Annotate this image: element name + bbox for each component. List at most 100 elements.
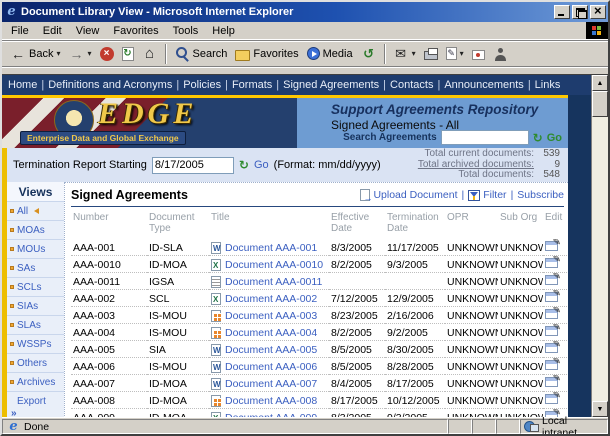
document-link[interactable]: Document AAA-001 <box>225 242 317 254</box>
edit-icon[interactable] <box>545 291 561 302</box>
history-button[interactable] <box>357 44 381 64</box>
edit-icon[interactable] <box>545 257 561 268</box>
menu-view[interactable]: View <box>69 23 107 39</box>
scroll-up-button[interactable]: ▲ <box>592 75 608 91</box>
edit-icon[interactable] <box>545 308 561 319</box>
edit-icon[interactable] <box>545 410 561 417</box>
document-link[interactable]: Document AAA-006 <box>225 361 317 373</box>
filter-link[interactable]: Filter <box>468 189 507 201</box>
status-bar: e Done Local intranet <box>2 415 608 434</box>
status-pane-empty <box>496 419 520 434</box>
cell-sub-org: UNKNOWN <box>498 272 543 290</box>
cell-effective-date <box>329 272 385 290</box>
menu-file[interactable]: File <box>4 23 36 39</box>
home-button[interactable] <box>138 44 162 64</box>
mail-button[interactable]: ▾ <box>389 44 420 64</box>
forward-button[interactable]: ▾ <box>64 44 95 64</box>
document-title-wrap: Document AAA-007 <box>211 377 327 390</box>
document-link[interactable]: Document AAA-008 <box>225 395 317 407</box>
document-link[interactable]: Document AAA-0011 <box>225 276 322 288</box>
cell-sub-org: UNKNOWN <box>498 306 543 324</box>
column-header-sub-org: Sub Org <box>500 212 538 223</box>
table-row: AAA-0011 IGSA Document AAA-0011 UNKNOWN UNKN… <box>71 272 567 290</box>
nav-link-formats[interactable]: Formats <box>232 79 272 91</box>
document-link[interactable]: Document AAA-003 <box>225 310 317 322</box>
document-link[interactable]: Document AAA-004 <box>225 327 317 339</box>
favorites-button[interactable]: Favorites <box>231 45 302 63</box>
agreements-table: Number Document Type Title Effective Date Te… <box>71 210 567 417</box>
close-button[interactable] <box>590 3 606 19</box>
edit-icon[interactable] <box>545 359 561 370</box>
table-row: AAA-001 ID-SLA Document AAA-001 8/3/2005 11/… <box>71 239 567 256</box>
termination-date-input[interactable] <box>151 156 234 174</box>
stop-button[interactable] <box>96 45 118 63</box>
nav-link-policies[interactable]: Policies <box>183 79 221 91</box>
refresh-icon <box>121 46 134 61</box>
scrollbar-track[interactable] <box>592 117 608 401</box>
search-agreements-input[interactable] <box>440 130 529 145</box>
sidebar-item-slas[interactable]: SLAs <box>7 316 64 335</box>
column-header-edit: Edit <box>545 212 563 223</box>
toolbar-separator <box>164 43 167 64</box>
menu-favorites[interactable]: Favorites <box>106 23 165 39</box>
nav-link-definitions-and-acronyms[interactable]: Definitions and Acronyms <box>48 79 172 91</box>
edit-icon[interactable] <box>545 325 561 336</box>
scrollbar-thumb[interactable] <box>592 91 608 117</box>
menu-edit[interactable]: Edit <box>36 23 69 39</box>
edit-icon[interactable] <box>545 239 561 251</box>
cell-number: AAA-008 <box>71 391 147 409</box>
document-link[interactable]: Document AAA-007 <box>225 378 317 390</box>
sidebar-item-sas[interactable]: SAs <box>7 259 64 278</box>
menu-help[interactable]: Help <box>205 23 242 39</box>
menu-tools[interactable]: Tools <box>166 23 206 39</box>
edit-icon[interactable] <box>545 376 561 387</box>
sidebar-item-others[interactable]: Others <box>7 354 64 373</box>
sidebar-item-moas[interactable]: MOAs <box>7 221 64 240</box>
stop-icon <box>99 46 114 61</box>
vertical-scrollbar[interactable]: ▲ ▼ <box>591 75 608 417</box>
word-doc-icon <box>211 241 221 254</box>
page-edit-button[interactable]: ▾ <box>442 45 468 62</box>
document-link[interactable]: Document AAA-0010 <box>225 259 323 271</box>
sidebar-item-archives[interactable]: Archives <box>7 373 64 392</box>
toolbar-button-label: Search <box>192 47 228 60</box>
sidebar-item-all[interactable]: All <box>7 202 64 221</box>
cell-effective-date: 8/5/2005 <box>329 357 385 375</box>
sidebar-export-link[interactable]: Export <box>7 392 64 407</box>
cell-sub-org: UNKNOWN <box>498 323 543 341</box>
minimize-button[interactable] <box>554 5 570 19</box>
column-header-document-type: Document Type <box>149 212 195 234</box>
nav-link-announcements[interactable]: Announcements <box>444 79 524 91</box>
document-link[interactable]: Document AAA-002 <box>225 293 317 305</box>
nav-link-contacts[interactable]: Contacts <box>390 79 433 91</box>
sidebar-item-mous[interactable]: MOUs <box>7 240 64 259</box>
back-button[interactable]: Back▾ <box>6 44 64 64</box>
document-title-wrap: Document AAA-0010 <box>211 258 327 271</box>
messenger-button[interactable] <box>489 44 513 64</box>
edit-icon[interactable] <box>545 342 561 353</box>
document-link[interactable]: Document AAA-005 <box>225 344 317 356</box>
edit-icon[interactable] <box>545 274 561 285</box>
sidebar-item-wssps[interactable]: WSSPs <box>7 335 64 354</box>
restore-button[interactable] <box>572 5 588 19</box>
web-page: Home | Definitions and Acronyms | Policies | F… <box>2 75 591 417</box>
table-row: AAA-007ID-MOA Document AAA-007 8/4/20058/1… <box>71 374 567 392</box>
discuss-button[interactable] <box>468 46 489 62</box>
search-button[interactable]: Search <box>170 44 232 64</box>
print-button[interactable] <box>420 45 442 62</box>
refresh-button[interactable] <box>118 45 138 63</box>
search-go-link[interactable]: Go <box>547 132 562 144</box>
sidebar-item-scls[interactable]: SCLs <box>7 278 64 297</box>
upload-document-link[interactable]: Upload Document <box>360 189 457 203</box>
sidebar-more-link[interactable]: » <box>7 407 64 417</box>
nav-link-links[interactable]: Links <box>535 79 561 91</box>
sidebar-item-sias[interactable]: SIAs <box>7 297 64 316</box>
go-arrow-icon: ↻ <box>238 158 249 172</box>
nav-link-home[interactable]: Home <box>8 79 37 91</box>
termination-go-link[interactable]: Go <box>254 159 269 171</box>
nav-link-signed-agreements[interactable]: Signed Agreements <box>283 79 379 91</box>
subscribe-link[interactable]: Subscribe <box>517 189 564 201</box>
edit-icon[interactable] <box>545 393 561 404</box>
panel-actions: Upload Document|Filter|Subscribe <box>360 189 564 203</box>
media-button[interactable]: Media <box>303 45 357 62</box>
